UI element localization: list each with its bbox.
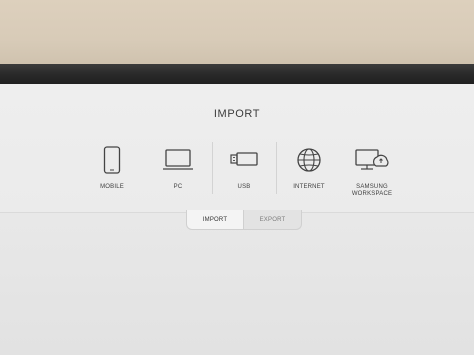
option-label-samsung-workspace: SAMSUNG WORKSPACE [351,184,393,197]
tab-export[interactable]: EXPORT [244,210,302,230]
option-label-internet: INTERNET [293,184,325,190]
option-label-pc: PC [173,184,183,190]
usb-icon [230,152,258,166]
tab-bar: IMPORT EXPORT [186,210,302,230]
display-bezel [0,64,474,86]
globe-icon [297,148,321,172]
workspace-icon [355,149,389,170]
option-label-usb: USB [237,184,251,190]
mobile-icon [103,146,121,174]
laptop-icon [163,149,193,170]
display-screen: IMPORT MOBILE PC USB INTERNET SAMSUNG WO… [0,84,474,355]
option-mobile[interactable]: MOBILE [80,144,144,200]
panel-title: IMPORT [213,108,261,120]
option-samsung-workspace[interactable]: SAMSUNG WORKSPACE [340,144,404,200]
option-pc[interactable]: PC [146,144,210,200]
option-usb[interactable]: USB [212,144,276,200]
option-label-mobile: MOBILE [100,184,124,190]
background-wall [0,0,474,66]
option-internet[interactable]: INTERNET [277,144,341,200]
tab-import[interactable]: IMPORT [186,210,244,230]
import-panel: IMPORT MOBILE PC USB INTERNET SAMSUNG WO… [0,84,474,213]
